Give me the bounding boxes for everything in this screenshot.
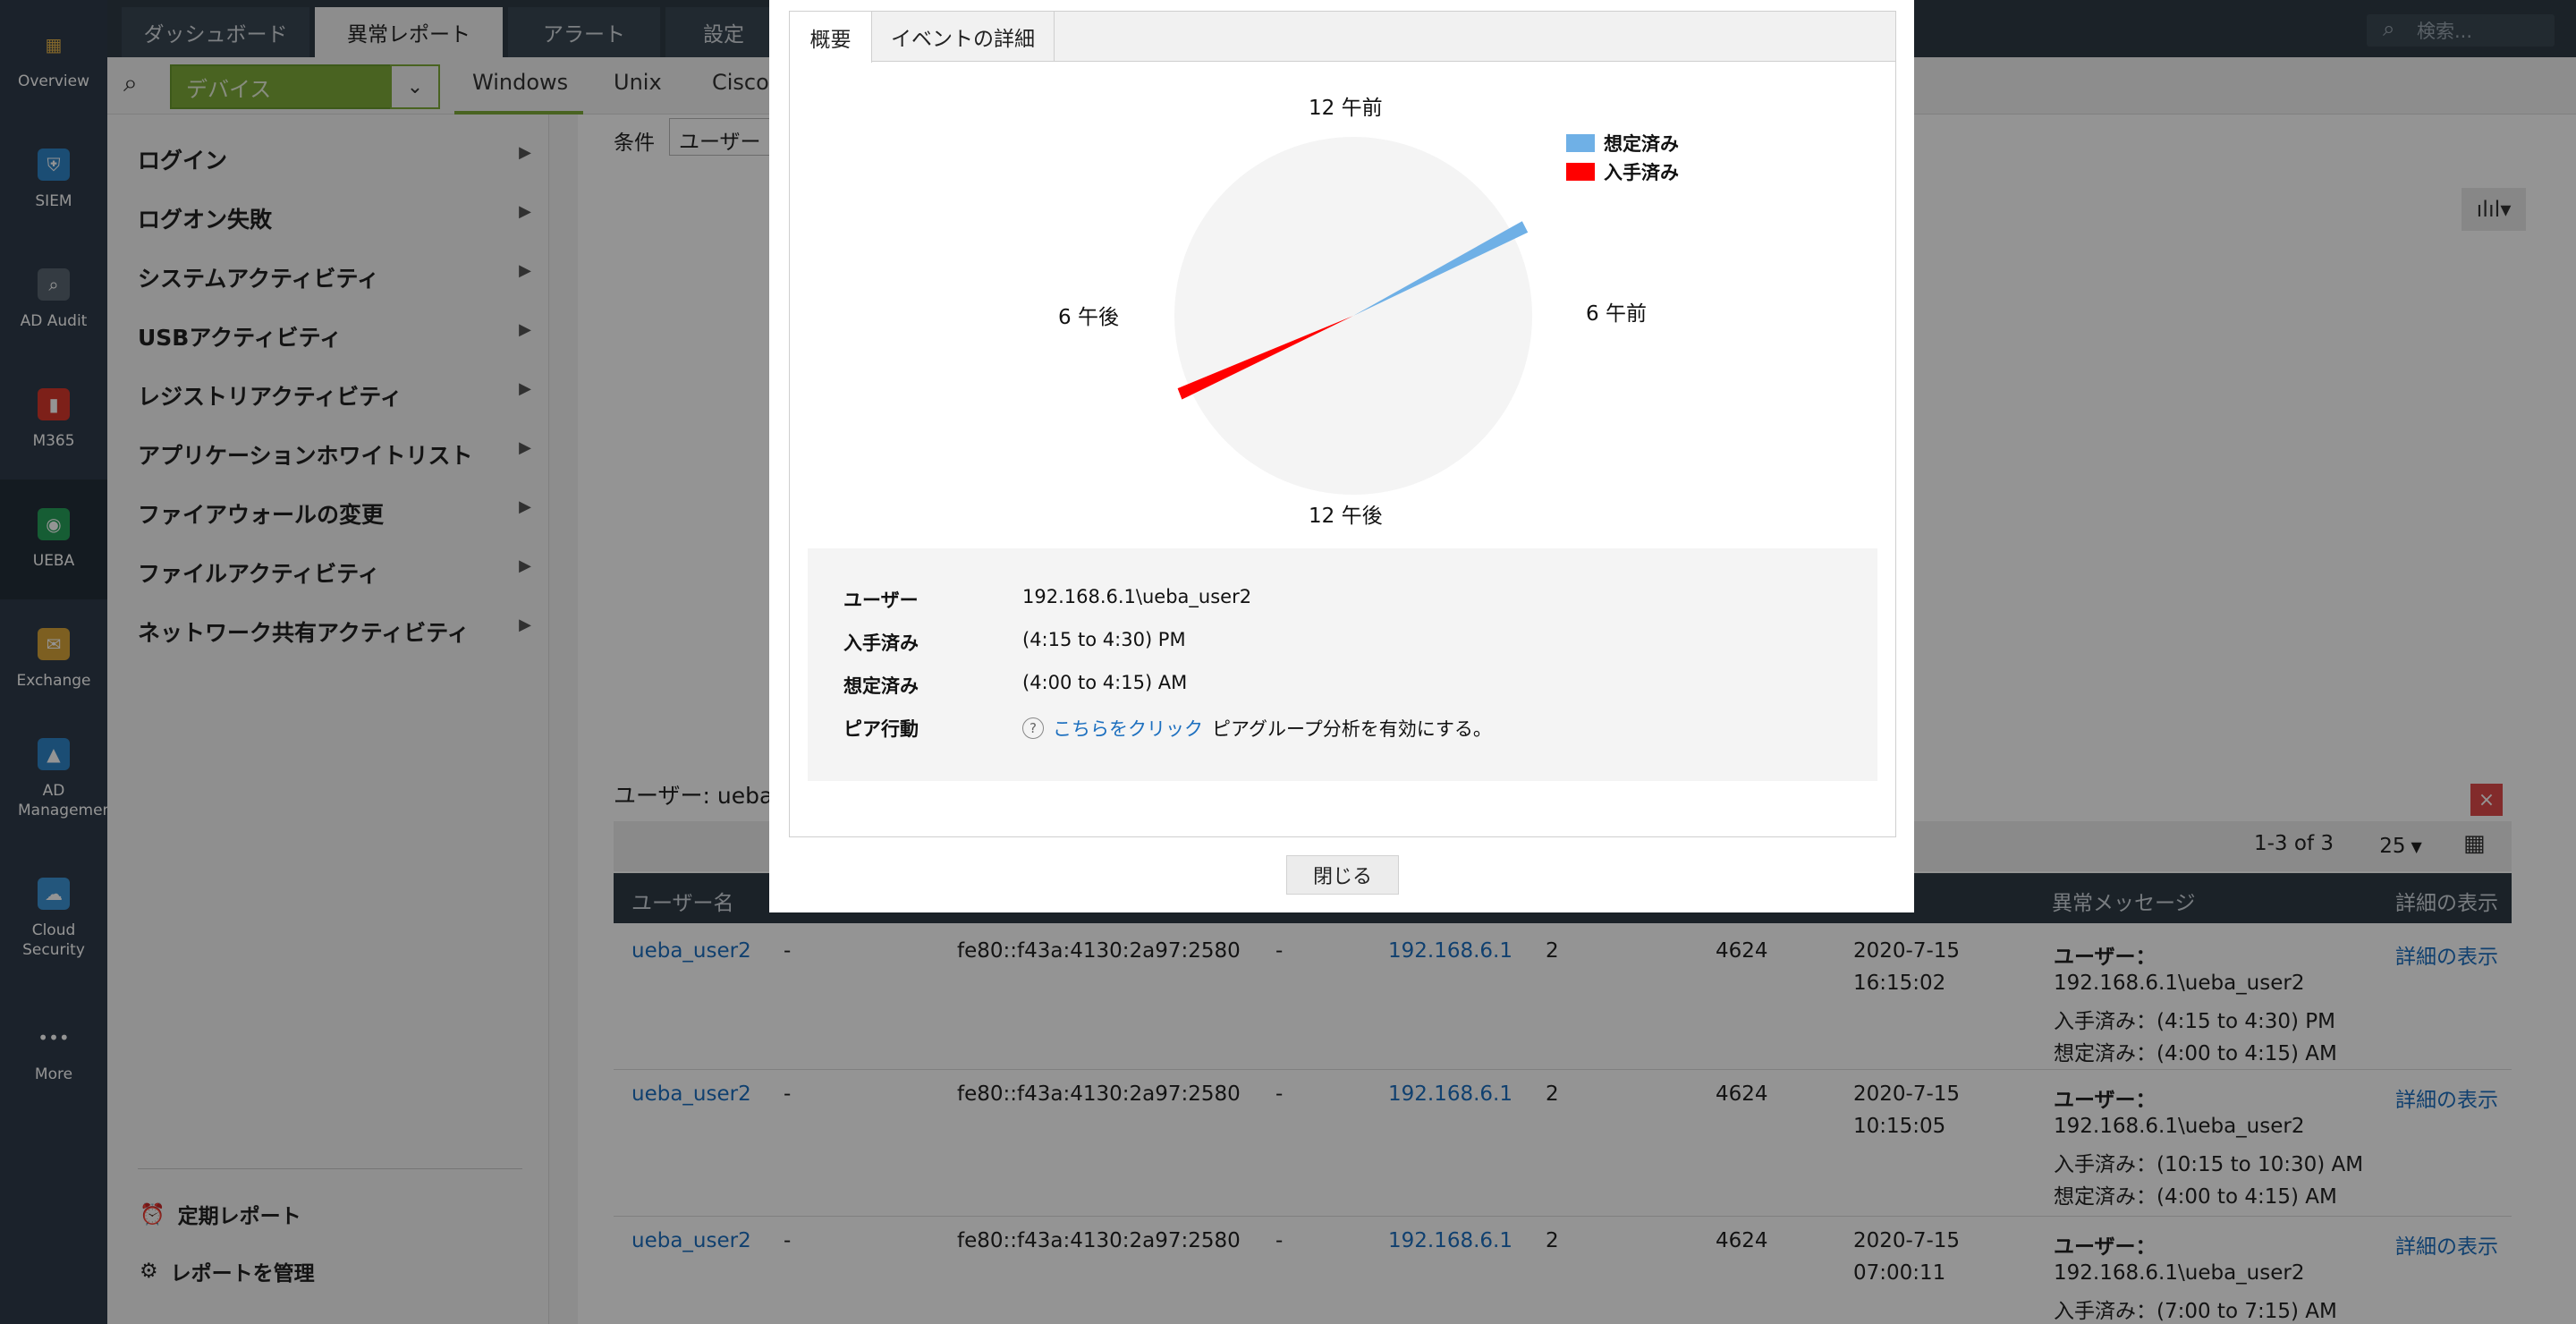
tab-event-details[interactable]: イベントの詳細 [872, 12, 1055, 62]
clock-label-right: 6 午前 [1586, 302, 1647, 326]
legend-item-obtained: 入手済み [1566, 158, 1679, 185]
detail-label-peer: ピア行動 [843, 718, 919, 740]
clock-label-top: 12 午前 [1309, 97, 1383, 120]
tab-summary[interactable]: 概要 [790, 12, 872, 63]
detail-label-expected: 想定済み [843, 675, 919, 697]
enable-peer-link[interactable]: こちらをクリック [1053, 715, 1203, 742]
details-panel: ユーザー 192.168.6.1\ueba_user2 入手済み (4:15 t… [808, 548, 1877, 781]
detail-value-user: 192.168.6.1\ueba_user2 [1022, 586, 1252, 607]
legend-label: 想定済み [1604, 133, 1679, 155]
detail-label-user: ユーザー [843, 590, 919, 611]
clock-label-left: 6 午後 [1058, 306, 1119, 329]
peer-text: ピアグループ分析を有効にする。 [1212, 718, 1492, 740]
detail-value-expected: (4:00 to 4:15) AM [1022, 672, 1188, 693]
legend-swatch [1566, 163, 1595, 181]
help-icon: ? [1022, 717, 1044, 739]
legend-item-expected: 想定済み [1566, 130, 1679, 157]
modal-panel: 概要 イベントの詳細 12 午前 6 午前 12 午後 6 午後 想定済み 入手… [789, 11, 1896, 837]
clock-pie-chart [1174, 137, 1532, 495]
legend-swatch [1566, 134, 1595, 152]
legend-label: 入手済み [1604, 162, 1679, 183]
close-button[interactable]: 閉じる [1286, 855, 1399, 895]
clock-label-bottom: 12 午後 [1309, 505, 1383, 528]
detail-label-obtained: 入手済み [843, 632, 919, 654]
detail-value-peer: ? こちらをクリック ピアグループ分析を有効にする。 [1022, 715, 1492, 742]
detail-value-obtained: (4:15 to 4:30) PM [1022, 629, 1186, 650]
modal-tabs: 概要 イベントの詳細 [790, 12, 1895, 63]
anomaly-detail-modal: 概要 イベントの詳細 12 午前 6 午前 12 午後 6 午後 想定済み 入手… [769, 0, 1914, 912]
